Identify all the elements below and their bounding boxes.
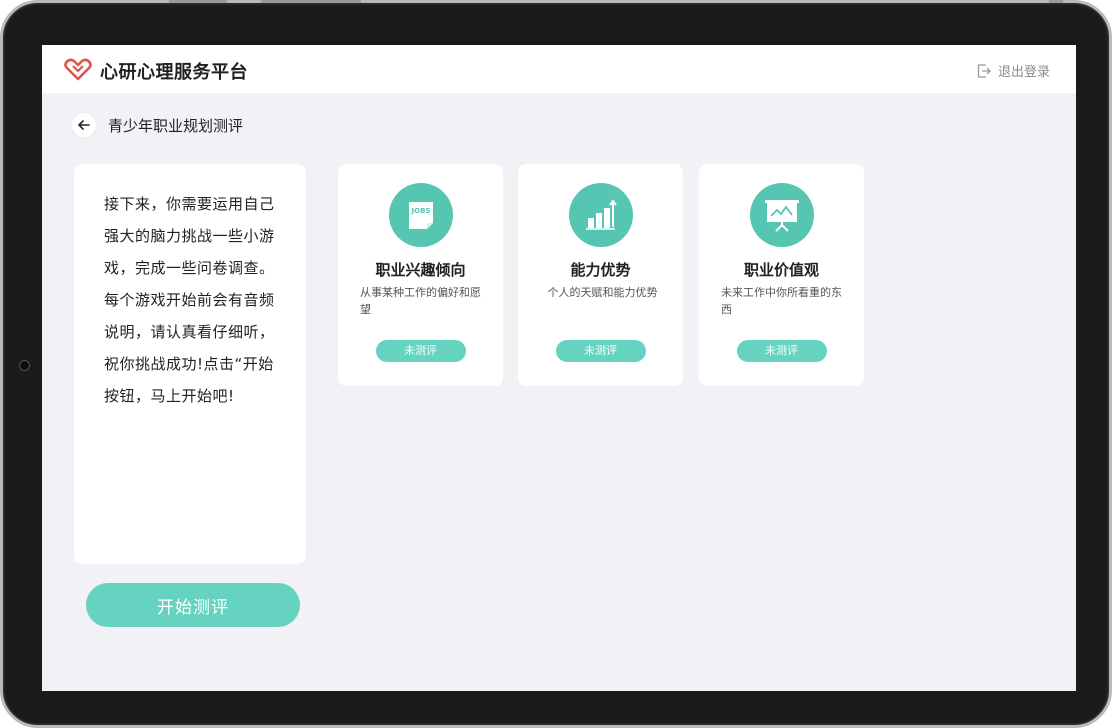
card-title: 职业价值观 [743,261,819,279]
arrow-left-icon [78,120,90,130]
hardware-button [1049,0,1063,3]
back-button[interactable] [72,113,96,137]
top-bar: 心研心理服务平台 退出登录 [42,45,1076,93]
card-title: 职业兴趣倾向 [375,261,466,279]
hardware-button [169,0,227,3]
card-description: 从事某种工作的偏好和愿望 [360,286,481,316]
logout-button[interactable]: 退出登录 [976,61,1050,80]
intro-panel: 接下来，你需要运用自己强大的脑力挑战一些小游戏，完成一些问卷调查。每个游戏开始前… [74,164,306,564]
assessment-card-ability[interactable]: 能力优势 个人的天赋和能力优势 未测评 [518,164,683,386]
front-camera [19,360,30,371]
card-description: 个人的天赋和能力优势 [547,286,658,299]
start-assessment-button[interactable]: 开始测评 [86,583,300,627]
presentation-board-icon [749,183,814,247]
heart-logo-icon [64,58,92,81]
status-badge: 未测评 [375,340,466,362]
screen: 心研心理服务平台 退出登录 青少年职业规划测评 接下来，你需要运用自己强大的脑力… [42,45,1076,691]
page-title: 青少年职业规划测评 [108,117,244,135]
logout-label: 退出登录 [997,65,1050,80]
card-description: 未来工作中你所看重的东西 [721,286,842,316]
tablet-frame: 心研心理服务平台 退出登录 青少年职业规划测评 接下来，你需要运用自己强大的脑力… [0,0,1112,728]
assessment-card-values[interactable]: 职业价值观 未来工作中你所看重的东西 未测评 [699,164,864,386]
hardware-button [261,0,361,3]
status-badge: 未测评 [736,340,827,362]
svg-text:JOBS: JOBS [410,207,430,215]
bar-chart-icon [568,183,633,247]
status-badge: 未测评 [555,340,646,362]
card-title: 能力优势 [570,261,631,279]
jobs-icon: JOBS [388,183,453,247]
app-title: 心研心理服务平台 [100,62,248,83]
intro-text: 接下来，你需要运用自己强大的脑力挑战一些小游戏，完成一些问卷调查。每个游戏开始前… [104,195,275,405]
assessment-card-interest[interactable]: JOBS 职业兴趣倾向 从事某种工作的偏好和愿望 未测评 [338,164,503,386]
logout-icon [977,63,991,78]
